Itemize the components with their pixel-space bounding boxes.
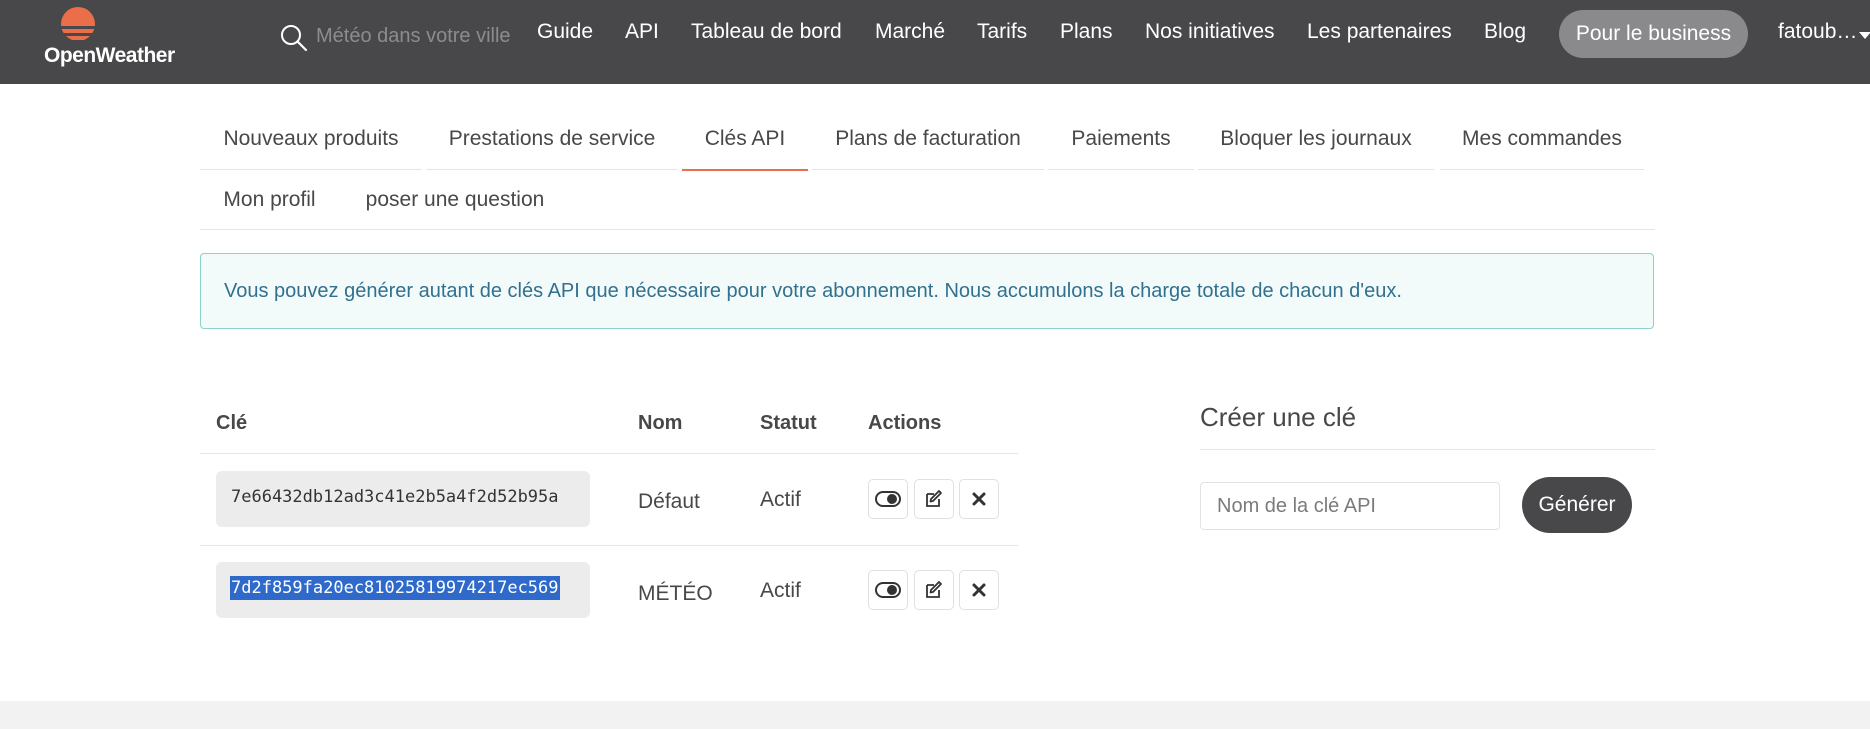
api-key-value[interactable]: 7e66432db12ad3c41e2b5a4f2d52b95a bbox=[231, 487, 559, 507]
tab-my-profile[interactable]: Mon profil bbox=[200, 170, 339, 230]
column-header-actions: Actions bbox=[868, 412, 942, 434]
nav-partners[interactable]: Les partenaires bbox=[1307, 20, 1452, 44]
column-header-status: Statut bbox=[760, 412, 817, 434]
column-header-name: Nom bbox=[638, 412, 683, 434]
toggle-icon bbox=[875, 582, 901, 598]
edit-icon bbox=[926, 490, 942, 507]
tab-payments[interactable]: Paiements bbox=[1048, 109, 1194, 170]
create-key-title: Créer une clé bbox=[1200, 402, 1357, 432]
table-header-divider bbox=[200, 453, 1018, 454]
generate-button[interactable]: Générer bbox=[1522, 477, 1632, 533]
tab-services[interactable]: Prestations de service bbox=[426, 109, 678, 170]
openweather-logo[interactable]: OpenWeather bbox=[42, 4, 192, 68]
nav-pricing[interactable]: Tarifs bbox=[977, 20, 1027, 44]
key-name: MÉTÉO bbox=[638, 582, 713, 605]
delete-icon bbox=[972, 492, 986, 506]
footer-band bbox=[0, 701, 1870, 729]
delete-icon bbox=[972, 583, 986, 597]
nav-dashboard[interactable]: Tableau de bord bbox=[691, 20, 842, 44]
tab-new-products[interactable]: Nouveaux produits bbox=[200, 109, 422, 170]
api-key-value-selected[interactable]: 7d2f859fa20ec81025819974217ec569 bbox=[230, 576, 560, 600]
tab-my-orders[interactable]: Mes commandes bbox=[1440, 109, 1644, 170]
api-key-cell[interactable]: 7d2f859fa20ec81025819974217ec569 bbox=[216, 562, 590, 618]
for-business-button[interactable]: Pour le business bbox=[1559, 10, 1748, 58]
api-key-cell[interactable]: 7e66432db12ad3c41e2b5a4f2d52b95a bbox=[216, 471, 590, 527]
key-status: Actif bbox=[760, 488, 801, 511]
create-key-divider bbox=[1200, 449, 1655, 450]
edit-icon bbox=[926, 581, 942, 598]
edit-key-button[interactable] bbox=[914, 570, 954, 610]
api-key-name-input[interactable] bbox=[1200, 482, 1500, 530]
toggle-key-button[interactable] bbox=[868, 570, 908, 610]
nav-guide[interactable]: Guide bbox=[537, 20, 593, 44]
search-box bbox=[278, 18, 528, 52]
nav-plans[interactable]: Plans bbox=[1060, 20, 1113, 44]
toggle-key-button[interactable] bbox=[868, 479, 908, 519]
nav-marketplace[interactable]: Marché bbox=[875, 20, 945, 44]
user-menu[interactable]: fatoub… bbox=[1778, 20, 1857, 44]
delete-key-button[interactable] bbox=[959, 479, 999, 519]
toggle-icon bbox=[875, 491, 901, 507]
nav-blog[interactable]: Blog bbox=[1484, 20, 1526, 44]
tab-api-keys[interactable]: Clés API bbox=[682, 109, 808, 171]
alert-text: Vous pouvez générer autant de clés API q… bbox=[224, 280, 1402, 302]
column-header-key: Clé bbox=[216, 412, 248, 434]
top-navigation-bar: OpenWeather Guide API Tableau de bord Ma… bbox=[0, 0, 1870, 84]
tab-ask-question[interactable]: poser une question bbox=[343, 170, 567, 230]
nav-initiatives[interactable]: Nos initiatives bbox=[1145, 20, 1275, 44]
search-icon[interactable] bbox=[280, 24, 308, 52]
info-alert: Vous pouvez générer autant de clés API q… bbox=[200, 253, 1654, 329]
logo-text: OpenWeather bbox=[44, 44, 175, 67]
tabs-divider bbox=[200, 229, 1655, 230]
key-status: Actif bbox=[760, 579, 801, 602]
caret-down-icon[interactable] bbox=[1859, 32, 1870, 39]
key-name: Défaut bbox=[638, 490, 700, 513]
row-divider bbox=[200, 545, 1018, 546]
search-input[interactable] bbox=[314, 20, 528, 52]
edit-key-button[interactable] bbox=[914, 479, 954, 519]
tab-billing-plans[interactable]: Plans de facturation bbox=[812, 109, 1044, 170]
delete-key-button[interactable] bbox=[959, 570, 999, 610]
nav-api[interactable]: API bbox=[625, 20, 659, 44]
tab-block-logs[interactable]: Bloquer les journaux bbox=[1198, 109, 1434, 170]
sun-logo-icon bbox=[52, 7, 104, 44]
